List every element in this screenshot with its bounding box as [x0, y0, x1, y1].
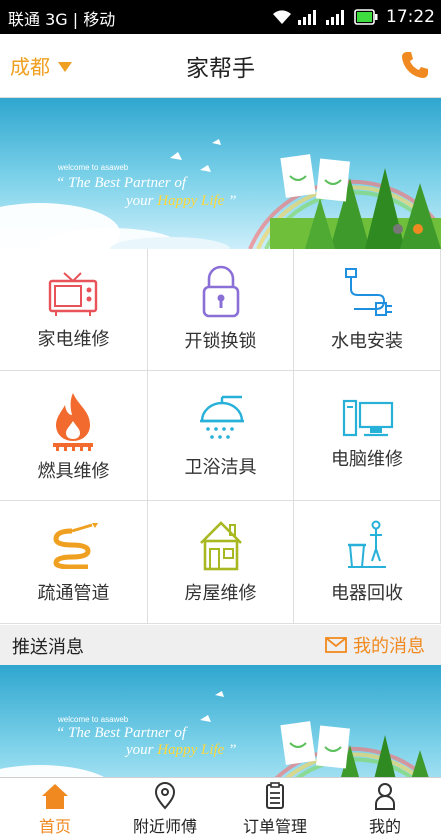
service-pipe-unclogging[interactable]: 疏通管道 — [0, 501, 148, 624]
service-appliance-repair[interactable]: 家电维修 — [0, 249, 148, 371]
status-icons: 17:22 — [272, 5, 435, 29]
tab-label: 订单管理 — [242, 817, 307, 836]
banner-slogan-line1: “ The Best Partner of — [56, 725, 186, 741]
pipe-icon — [53, 523, 98, 569]
push-message-header: 推送消息 我的消息 — [0, 625, 441, 665]
promo-banner[interactable]: welcome to asaweb “ The Best Partner of … — [0, 98, 441, 249]
banner-scene-image — [0, 98, 441, 249]
clock: 17:22 — [386, 7, 435, 27]
location-pin-icon — [154, 782, 176, 810]
carrier-text: 联通 3G | 移动 — [8, 10, 116, 29]
push-message-banner[interactable]: welcome to asaweb “ The Best Partner of … — [0, 665, 441, 777]
push-section-title: 推送消息 — [12, 637, 84, 658]
tab-mine[interactable]: 我的 — [330, 778, 440, 839]
service-label: 水电安装 — [331, 331, 403, 352]
tab-home[interactable]: 首页 — [0, 778, 110, 839]
my-messages-label: 我的消息 — [353, 636, 425, 657]
service-grid: 家电维修 开锁换锁 水电安装 燃具维修 卫浴洁具 电脑维修 疏通管道 房屋维修 … — [0, 249, 441, 624]
service-lock-replacement[interactable]: 开锁换锁 — [148, 249, 294, 371]
banner-slogan-line2: your Happy Life ” — [126, 193, 237, 209]
service-label: 电脑维修 — [331, 449, 403, 470]
computer-icon — [342, 399, 394, 437]
home-icon — [42, 784, 68, 809]
battery-icon — [354, 9, 378, 25]
status-bar: 联通 3G | 移动 17:22 — [0, 0, 441, 34]
service-bathroom-fixtures[interactable]: 卫浴洁具 — [148, 371, 294, 501]
tab-orders[interactable]: 订单管理 — [220, 778, 330, 839]
service-label: 电器回收 — [331, 583, 403, 604]
service-house-repair[interactable]: 房屋维修 — [148, 501, 294, 624]
service-appliance-recycling[interactable]: 电器回收 — [294, 501, 441, 624]
service-label: 燃具维修 — [37, 461, 110, 482]
service-gas-appliance-repair[interactable]: 燃具维修 — [0, 371, 148, 501]
page-title: 家帮手 — [186, 56, 255, 82]
tab-nearby-workers[interactable]: 附近师傅 — [110, 778, 220, 839]
pager-dot[interactable] — [393, 224, 403, 234]
person-icon — [375, 783, 395, 810]
gas-flame-icon — [53, 393, 93, 451]
signal-icon — [326, 10, 344, 25]
tv-icon — [48, 272, 98, 316]
house-icon — [200, 521, 242, 571]
banner-welcome-text: welcome to asaweb — [58, 715, 129, 724]
banner-slogan-line2: your Happy Life ” — [126, 742, 237, 758]
plug-icon — [345, 268, 392, 316]
banner-welcome-text: welcome to asaweb — [58, 163, 129, 172]
bottom-tab-bar: 首页 附近师傅 订单管理 我的 — [0, 777, 441, 839]
banner-slogan-line1: “ The Best Partner of — [56, 175, 186, 191]
wifi-icon — [273, 10, 291, 24]
app-header: 成都 家帮手 — [0, 34, 441, 98]
service-computer-repair[interactable]: 电脑维修 — [294, 371, 441, 501]
service-label: 开锁换锁 — [184, 331, 257, 352]
signal-icon — [298, 10, 316, 25]
tab-label: 首页 — [38, 817, 71, 836]
tab-label: 附近师傅 — [132, 817, 197, 836]
clipboard-icon — [266, 782, 284, 809]
banner-pager — [393, 224, 423, 234]
service-label: 家电维修 — [37, 329, 110, 350]
tab-label: 我的 — [368, 817, 401, 836]
service-label: 疏通管道 — [37, 583, 110, 604]
shower-icon — [200, 395, 244, 439]
phone-icon[interactable] — [399, 49, 431, 81]
service-label: 卫浴洁具 — [184, 457, 257, 478]
service-plumbing-electric[interactable]: 水电安装 — [294, 249, 441, 371]
envelope-icon — [325, 637, 347, 653]
my-messages-link[interactable]: 我的消息 — [325, 632, 425, 658]
recycle-bin-icon — [348, 520, 386, 568]
pager-dot-active[interactable] — [413, 224, 423, 234]
service-label: 房屋维修 — [184, 583, 257, 604]
padlock-icon — [202, 265, 240, 318]
